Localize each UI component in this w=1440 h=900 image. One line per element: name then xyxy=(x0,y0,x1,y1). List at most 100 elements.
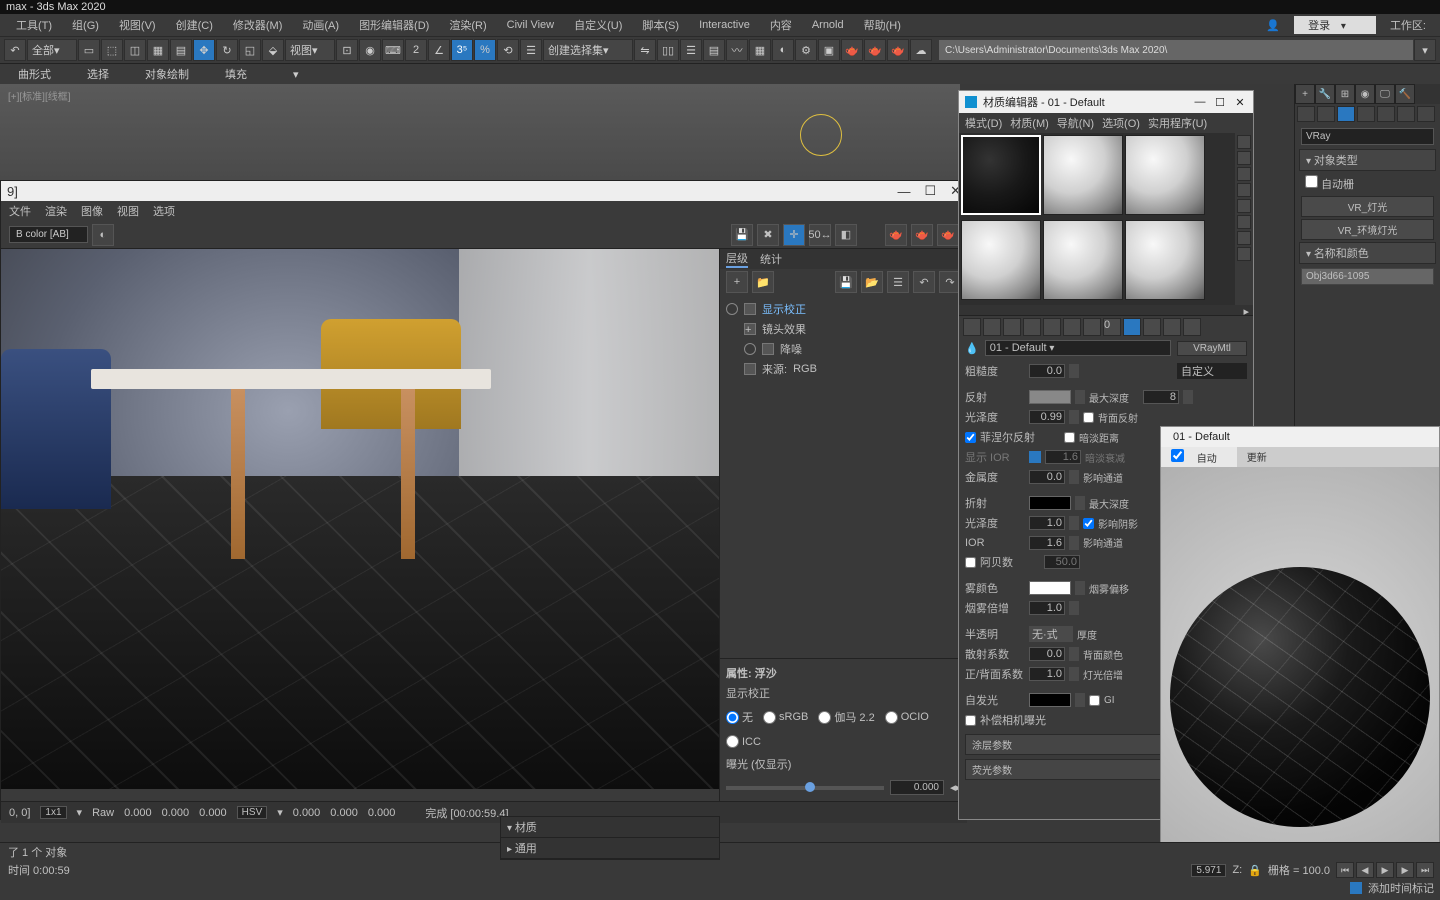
matmenu-material[interactable]: 材质(M) xyxy=(1010,115,1049,131)
matedit-titlebar[interactable]: 材质编辑器 - 01 - Default — ☐ ✕ xyxy=(959,91,1253,113)
matmenu-util[interactable]: 实用程序(U) xyxy=(1148,115,1207,131)
render-output-image[interactable] xyxy=(1,249,719,789)
vfb-menu-render[interactable]: 渲染 xyxy=(45,203,67,219)
gi-check[interactable] xyxy=(1089,695,1100,706)
tree-display-correction[interactable]: 显示校正 xyxy=(726,299,961,319)
snap-angle-icon[interactable]: ∠ xyxy=(428,39,450,61)
use-center-icon[interactable]: ⊡ xyxy=(336,39,358,61)
menu-scripting[interactable]: 脚本(S) xyxy=(634,15,687,35)
reset-icon[interactable] xyxy=(1023,318,1041,336)
tab-layers[interactable]: 层级 xyxy=(726,250,748,268)
tab-create-icon[interactable]: + xyxy=(1295,84,1315,104)
schematic-icon[interactable]: ▦ xyxy=(749,39,771,61)
autogrid-check[interactable]: 自动栅 xyxy=(1305,179,1354,191)
go-sibling-icon[interactable] xyxy=(1183,318,1201,336)
move-icon[interactable]: ✥ xyxy=(193,39,215,61)
minimize-icon[interactable]: — xyxy=(1193,96,1207,108)
material-name-dropdown[interactable]: 01 - Default ▾ xyxy=(985,340,1171,356)
matmenu-nav[interactable]: 导航(N) xyxy=(1057,115,1094,131)
frame-spinner[interactable]: 5.971 xyxy=(1191,864,1226,877)
compare-icon[interactable]: ◧ xyxy=(835,224,857,246)
goto-start-icon[interactable]: ⏮ xyxy=(1336,862,1354,878)
placement-icon[interactable]: ⬙ xyxy=(262,39,284,61)
goto-end-icon[interactable]: ⏭ xyxy=(1416,862,1434,878)
project-path-field[interactable]: C:\Users\Administrator\Documents\3ds Max… xyxy=(939,40,1413,60)
vrenvlight-button[interactable]: VR_环境灯光 xyxy=(1301,219,1434,240)
render-interactive-icon[interactable]: 🫖 xyxy=(911,224,933,246)
menu-create[interactable]: 创建(C) xyxy=(168,15,221,35)
maximize-icon[interactable]: ☐ xyxy=(1213,96,1227,109)
tab-utilities-icon[interactable]: 🔨 xyxy=(1395,84,1415,104)
select-object-icon[interactable]: ▦ xyxy=(147,39,169,61)
snap-percent-icon[interactable]: % xyxy=(474,39,496,61)
material-editor-icon[interactable]: ◐ xyxy=(772,39,794,61)
menu-view[interactable]: 视图(V) xyxy=(111,15,164,35)
make-unique-icon[interactable] xyxy=(1063,318,1081,336)
compcam-check[interactable] xyxy=(965,715,976,726)
material-slot-6[interactable] xyxy=(1125,220,1205,300)
tree-source[interactable]: 来源: RGB xyxy=(726,359,961,379)
render-cloud-icon[interactable]: ☁ xyxy=(910,39,932,61)
curve-editor-icon[interactable]: 〰 xyxy=(726,39,748,61)
tab-motion-icon[interactable]: ◉ xyxy=(1355,84,1375,104)
named-selection-dropdown[interactable]: 创建选择集 ▾ xyxy=(543,39,633,61)
selfillum-color[interactable] xyxy=(1029,693,1071,707)
vfb-menu-options[interactable]: 选项 xyxy=(153,203,175,219)
rendered-frame-icon[interactable]: ▣ xyxy=(818,39,840,61)
prev-frame-icon[interactable]: ◀ xyxy=(1356,862,1374,878)
abbe-check[interactable] xyxy=(965,557,976,568)
scroll-right-icon[interactable]: ▸ xyxy=(1243,305,1249,315)
show-in-vp-icon[interactable] xyxy=(1123,318,1141,336)
affshadow-check[interactable] xyxy=(1083,518,1094,529)
put-to-lib-icon[interactable] xyxy=(1083,318,1101,336)
cat-geometry-icon[interactable] xyxy=(1297,106,1315,122)
tree-lens-effects[interactable]: +镜头效果 xyxy=(726,319,961,339)
renderer-dropdown[interactable]: VRay xyxy=(1301,128,1434,145)
cat-spacewarps-icon[interactable] xyxy=(1397,106,1415,122)
render-active-icon[interactable]: 🫖 xyxy=(887,39,909,61)
go-parent-icon[interactable] xyxy=(1163,318,1181,336)
cat-helpers-icon[interactable] xyxy=(1377,106,1395,122)
select-icon[interactable]: ▭ xyxy=(78,39,100,61)
menu-interactive[interactable]: Interactive xyxy=(691,17,758,33)
render-setup-icon[interactable]: ⚙ xyxy=(795,39,817,61)
list-icon[interactable]: ☰ xyxy=(887,271,909,293)
add-timetag[interactable]: 添加时间标记 xyxy=(1368,880,1434,896)
window-crossing-icon[interactable]: ◫ xyxy=(124,39,146,61)
matmenu-options[interactable]: 选项(O) xyxy=(1102,115,1140,131)
tab-update[interactable]: 更新 xyxy=(1237,447,1277,467)
vfb-titlebar[interactable]: 9] — ☐ ✕ xyxy=(1,181,967,201)
viewport-top[interactable]: [+][标准][线框] xyxy=(0,84,960,180)
snap3d-icon[interactable]: 3⁵ xyxy=(451,39,473,61)
menu-modifiers[interactable]: 修改器(M) xyxy=(225,15,291,35)
toggle-ribbon-icon[interactable]: ▤ xyxy=(703,39,725,61)
edit-named-icon[interactable]: ☰ xyxy=(520,39,542,61)
ribbon-modeling[interactable]: 曲形式 xyxy=(0,66,69,82)
exposure-value[interactable]: 0.000 xyxy=(890,780,944,795)
align-icon[interactable]: ▯▯ xyxy=(657,39,679,61)
select-by-mat-icon[interactable] xyxy=(1237,247,1251,261)
channel-dropdown[interactable]: B color [AB] xyxy=(9,226,88,243)
keyboard-icon[interactable]: ⌨ xyxy=(382,39,404,61)
menu-tools[interactable]: 工具(T) xyxy=(8,15,60,35)
status-mode[interactable]: HSV xyxy=(237,806,268,819)
vfb-menu-image[interactable]: 图像 xyxy=(81,203,103,219)
assign-icon[interactable] xyxy=(1003,318,1021,336)
spinner-snap-icon[interactable]: ⟲ xyxy=(497,39,519,61)
stop-render-icon[interactable]: 🫖 xyxy=(937,224,959,246)
snap2d-icon[interactable]: 2 xyxy=(405,39,427,61)
menu-grapheditors[interactable]: 图形编辑器(D) xyxy=(351,15,437,35)
next-frame-icon[interactable]: ▶ xyxy=(1396,862,1414,878)
scale-icon[interactable]: ◱ xyxy=(239,39,261,61)
material-type-button[interactable]: VRayMtl xyxy=(1177,341,1247,356)
background-icon[interactable] xyxy=(1237,167,1251,181)
folder-icon[interactable]: 📁 xyxy=(752,271,774,293)
vfb-menu-file[interactable]: 文件 xyxy=(9,203,31,219)
preset-dropdown[interactable]: 自定义 xyxy=(1177,363,1247,379)
options-icon[interactable] xyxy=(1237,231,1251,245)
radio-icc[interactable]: ICC xyxy=(726,735,761,748)
uv-tile-icon[interactable] xyxy=(1237,183,1251,197)
layers-icon[interactable]: ☰ xyxy=(680,39,702,61)
show-end-icon[interactable] xyxy=(1143,318,1161,336)
rollout-objtype[interactable]: ▾ 对象类型 xyxy=(1299,149,1436,171)
